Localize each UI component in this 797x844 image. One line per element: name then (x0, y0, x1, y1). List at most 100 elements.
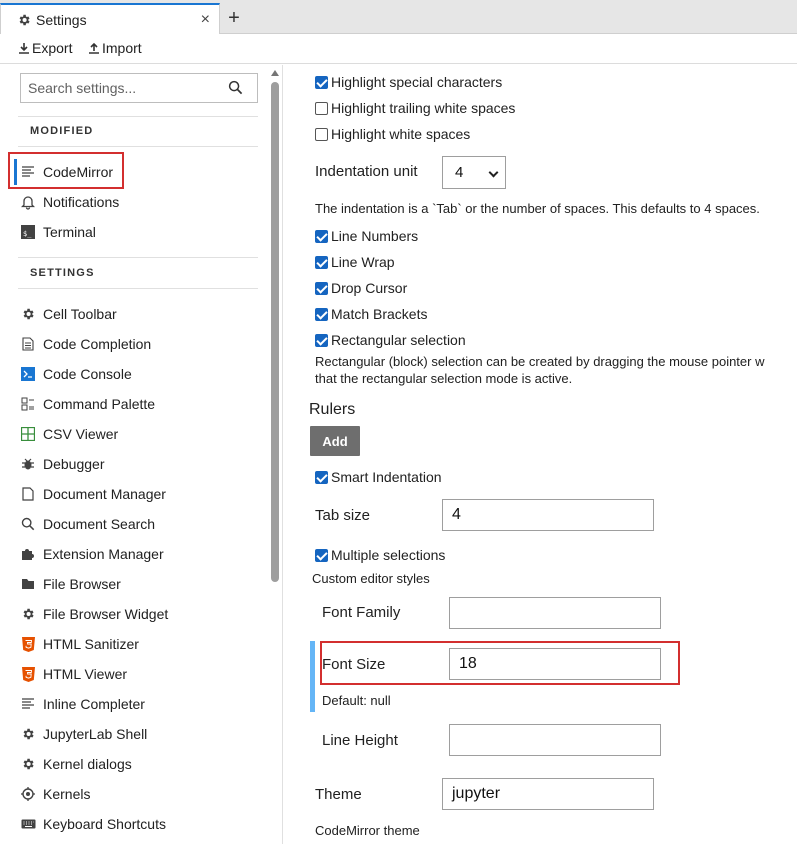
sidebar-item-html-viewer[interactable]: HTML Viewer (14, 661, 264, 687)
sidebar-item-kernel-dialogs[interactable]: Kernel dialogs (14, 751, 264, 777)
settings-editor: Highlight special characters Highlight t… (284, 65, 797, 844)
highlight-special-label: Highlight special characters (331, 74, 503, 90)
console-icon (18, 364, 38, 384)
rect-selection-checkbox[interactable] (315, 334, 328, 347)
font-family-input[interactable] (449, 597, 661, 629)
divider (18, 116, 258, 117)
add-tab-button[interactable]: + (222, 7, 246, 31)
sidebar-item-label: HTML Sanitizer (43, 636, 139, 652)
sidebar-item-command-palette[interactable]: Command Palette (14, 391, 264, 417)
puzzle-icon (18, 544, 38, 564)
sidebar-item-label: CSV Viewer (43, 426, 119, 442)
sidebar-item-csv-viewer[interactable]: CSV Viewer (14, 421, 264, 447)
divider (18, 288, 258, 289)
tab-settings[interactable]: Settings × (0, 3, 220, 34)
sidebar-item-terminal[interactable]: $_ Terminal (14, 219, 264, 245)
gear-icon (17, 13, 31, 27)
smart-indent-checkbox[interactable] (315, 471, 328, 484)
svg-text:$_: $_ (23, 230, 32, 238)
sidebar-item-notifications[interactable]: Notifications (14, 189, 264, 215)
sidebar-item-kernels[interactable]: Kernels (14, 781, 264, 807)
file-lines-icon (18, 334, 38, 354)
line-numbers-checkbox[interactable] (315, 230, 328, 243)
rect-selection-description-2: that the rectangular selection mode is a… (315, 371, 573, 386)
html5-icon (18, 634, 38, 654)
export-button[interactable]: Export (18, 40, 72, 56)
font-family-label: Font Family (322, 604, 401, 621)
sidebar-item-document-manager[interactable]: Document Manager (14, 481, 264, 507)
highlight-trailing-label: Highlight trailing white spaces (331, 100, 516, 116)
line-wrap-label: Line Wrap (331, 254, 395, 270)
sidebar-item-html-sanitizer[interactable]: HTML Sanitizer (14, 631, 264, 657)
sidebar-item-file-browser-widget[interactable]: File Browser Widget (14, 601, 264, 627)
rulers-heading: Rulers (309, 401, 356, 418)
highlight-white-checkbox[interactable] (315, 128, 328, 141)
sidebar-item-code-console[interactable]: Code Console (14, 361, 264, 387)
match-brackets-checkbox[interactable] (315, 308, 328, 321)
sidebar-item-label: Kernels (43, 786, 91, 802)
tab-size-label: Tab size (315, 507, 371, 524)
search-icon[interactable] (228, 80, 243, 95)
sidebar-item-label: File Browser (43, 576, 121, 592)
sidebar-item-label: JupyterLab Shell (43, 726, 148, 742)
multiple-selections-checkbox[interactable] (315, 549, 328, 562)
highlight-special-checkbox[interactable] (315, 76, 328, 89)
bell-icon (18, 192, 38, 212)
sidebar-item-label: Document Search (43, 516, 156, 532)
theme-input[interactable]: jupyter (442, 778, 654, 810)
highlight-white-label: Highlight white spaces (331, 126, 471, 142)
rect-selection-description-1: Rectangular (block) selection can be cre… (315, 354, 765, 369)
sidebar-scrollbar[interactable] (271, 82, 279, 582)
sidebar-item-file-browser[interactable]: File Browser (14, 571, 264, 597)
indentation-unit-select[interactable]: 4 (442, 156, 506, 189)
tab-size-input[interactable]: 4 (442, 499, 654, 531)
theme-description: CodeMirror theme (315, 823, 420, 838)
line-wrap-checkbox[interactable] (315, 256, 328, 269)
sidebar-item-cell-toolbar[interactable]: Cell Toolbar (14, 301, 264, 327)
sidebar-item-label: Notifications (43, 194, 120, 210)
settings-toolbar: Export Import (0, 34, 797, 64)
close-icon[interactable]: × (201, 11, 210, 29)
sidebar-item-extension-manager[interactable]: Extension Manager (14, 541, 264, 567)
sidebar-item-label: Document Manager (43, 486, 166, 502)
download-icon (19, 43, 29, 54)
upload-icon (89, 42, 99, 54)
grid-icon (18, 424, 38, 444)
drop-cursor-checkbox[interactable] (315, 282, 328, 295)
tab-title: Settings (36, 11, 87, 28)
sidebar-item-label: Command Palette (43, 396, 156, 412)
add-ruler-button[interactable]: Add (310, 426, 360, 456)
font-size-label: Font Size (322, 656, 386, 673)
line-height-input[interactable] (449, 724, 661, 756)
sidebar-item-debugger[interactable]: Debugger (14, 451, 264, 477)
sidebar-item-document-search[interactable]: Document Search (14, 511, 264, 537)
kernel-icon (18, 784, 38, 804)
indentation-description: The indentation is a `Tab` or the number… (315, 201, 760, 216)
bug-icon (18, 454, 38, 474)
sidebar-item-label: File Browser Widget (43, 606, 169, 622)
scroll-up-arrow[interactable] (271, 70, 279, 76)
divider (18, 257, 258, 258)
smart-indent-label: Smart Indentation (331, 469, 442, 485)
font-size-input[interactable]: 18 (449, 648, 661, 680)
multiple-selections-label: Multiple selections (331, 547, 446, 563)
sidebar-item-keyboard-shortcuts[interactable]: Keyboard Shortcuts (14, 811, 264, 837)
gear-icon (18, 754, 38, 774)
sidebar-item-label: Extension Manager (43, 546, 164, 562)
import-button[interactable]: Import (88, 40, 142, 56)
tab-bar: Settings × + (0, 0, 797, 34)
gear-icon (18, 724, 38, 744)
sidebar-item-inline-completer[interactable]: Inline Completer (14, 691, 264, 717)
import-label: Import (102, 40, 142, 56)
search-input[interactable] (28, 74, 228, 102)
indentation-unit-value: 4 (455, 164, 464, 181)
gear-icon (18, 304, 38, 324)
focus-indicator (310, 641, 315, 712)
export-label: Export (32, 40, 73, 56)
sidebar-item-code-completion[interactable]: Code Completion (14, 331, 264, 357)
theme-label: Theme (315, 786, 362, 803)
sidebar-item-jupyterlab-shell[interactable]: JupyterLab Shell (14, 721, 264, 747)
folder-icon (18, 574, 38, 594)
highlight-trailing-checkbox[interactable] (315, 102, 328, 115)
custom-styles-heading: Custom editor styles (312, 571, 430, 586)
